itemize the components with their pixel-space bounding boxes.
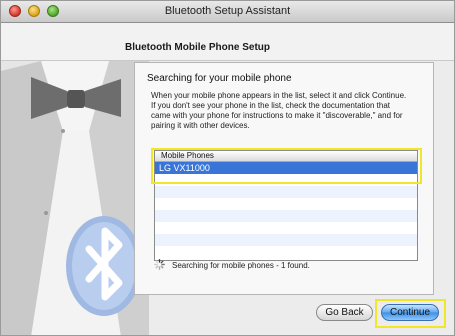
instructions-line: pairing it with other devices. xyxy=(151,121,250,130)
shirt-stud xyxy=(61,129,65,133)
step-title: Bluetooth Mobile Phone Setup xyxy=(125,42,270,53)
shirt-stud xyxy=(44,211,48,215)
list-row-empty xyxy=(155,246,417,258)
window-title: Bluetooth Setup Assistant xyxy=(164,5,291,17)
instructions-text: When your mobile phone appears in the li… xyxy=(151,91,429,131)
assistant-header: Bluetooth Mobile Phone Setup xyxy=(1,23,454,61)
go-back-button[interactable]: Go Back xyxy=(316,304,373,321)
list-row-empty xyxy=(155,210,417,222)
list-row-empty xyxy=(155,222,417,234)
list-row-empty xyxy=(155,186,417,198)
bluetooth-setup-window: Bluetooth Setup Assistant Bluetooth Mobi… xyxy=(0,0,455,336)
list-row-empty xyxy=(155,198,417,210)
progress-spinner-icon xyxy=(154,259,165,270)
title-bar: Bluetooth Setup Assistant xyxy=(1,1,454,23)
search-status-text: Searching for mobile phones - 1 found. xyxy=(172,261,310,270)
list-row-empty xyxy=(155,234,417,246)
annotation-highlight-phones xyxy=(151,148,422,184)
instructions-line: If you don't see your phone in the list,… xyxy=(151,101,391,110)
annotation-highlight-continue xyxy=(375,299,446,328)
tuxedo-bluetooth-illustration xyxy=(1,61,149,335)
instructions-line: When your mobile phone appears in the li… xyxy=(151,91,407,100)
instructions-line: came with your phone for instructions to… xyxy=(151,111,403,120)
panel-heading: Searching for your mobile phone xyxy=(147,73,292,84)
bow-tie-knot xyxy=(67,90,85,108)
